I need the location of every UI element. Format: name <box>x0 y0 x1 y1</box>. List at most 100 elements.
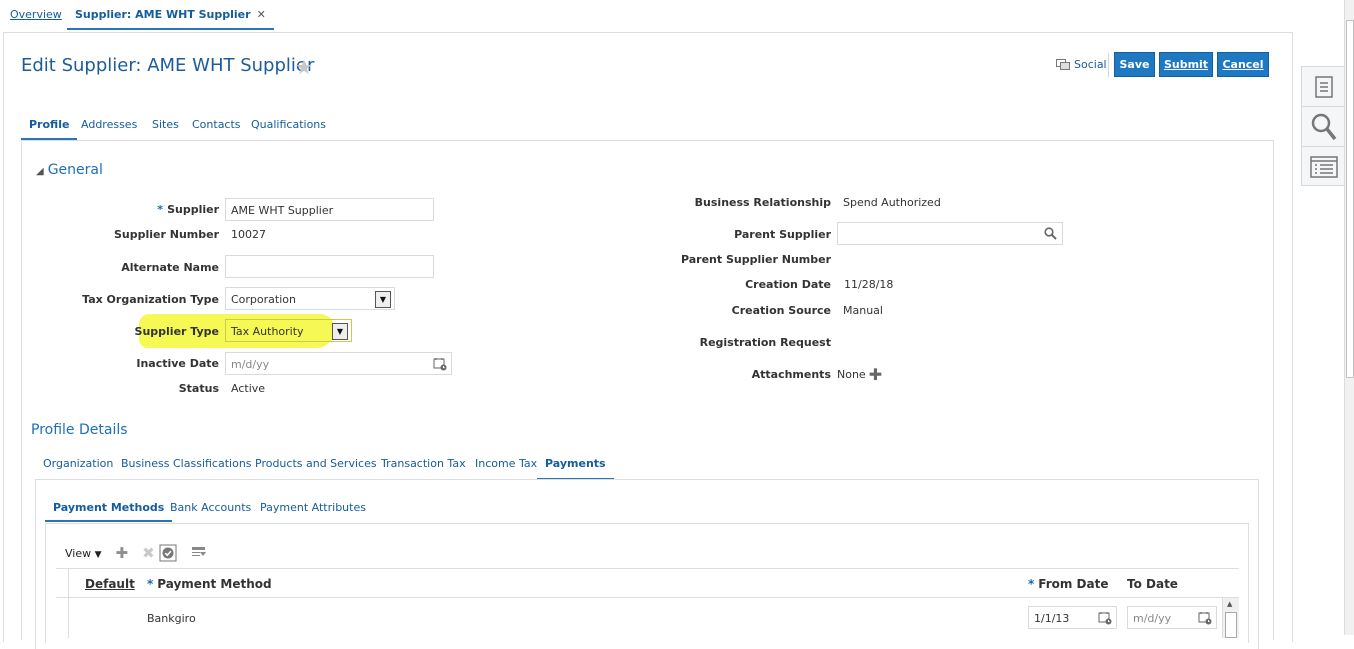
calendar-icon[interactable] <box>1098 611 1112 625</box>
tab-income-tax[interactable]: Income Tax <box>475 457 537 470</box>
inactive-date-placeholder: m/d/yy <box>231 358 270 371</box>
attachments-label: Attachments <box>751 368 831 381</box>
side-search-button[interactable] <box>1302 107 1346 147</box>
table-scrollbar[interactable]: ▲ <box>1222 598 1239 638</box>
creation-date-label: Creation Date <box>745 278 831 291</box>
page-scroll-thumb[interactable] <box>1346 20 1354 378</box>
delete-icon[interactable]: ✖ <box>142 544 155 562</box>
calendar-icon[interactable] <box>1198 611 1212 625</box>
inactive-date-input[interactable]: m/d/yy <box>225 352 452 375</box>
column-default[interactable]: Default <box>85 577 135 591</box>
side-list-button[interactable] <box>1302 147 1346 187</box>
table-row-payment-method: Bankgiro <box>147 612 196 625</box>
creation-date-value: 11/28/18 <box>844 278 894 291</box>
creation-source-label: Creation Source <box>731 304 831 317</box>
creation-source-value: Manual <box>843 304 883 317</box>
attachments-value: None ✚ <box>837 367 882 383</box>
row-from-date-input[interactable]: 1/1/13 <box>1028 606 1117 629</box>
profile-details-heading: Profile Details <box>31 422 128 438</box>
tab-sites[interactable]: Sites <box>152 118 179 131</box>
close-icon[interactable]: ✕ <box>257 8 266 21</box>
status-label: Status <box>178 382 219 395</box>
search-icon[interactable] <box>1044 227 1057 240</box>
column-to-date[interactable]: To Date <box>1127 577 1178 591</box>
registration-request-label: Registration Request <box>699 336 831 349</box>
cancel-button[interactable]: Cancel <box>1217 52 1269 77</box>
social-icon <box>1056 58 1070 70</box>
search-icon <box>1311 113 1337 140</box>
alternate-name-input[interactable] <box>225 255 434 278</box>
tax-org-type-value: Corporation <box>231 293 296 306</box>
dropdown-arrow-icon[interactable]: ▼ <box>375 291 391 308</box>
tab-supplier-label: Supplier: AME WHT Supplier <box>75 8 251 21</box>
alternate-name-label: Alternate Name <box>121 261 219 274</box>
tab-supplier[interactable]: Supplier: AME WHT Supplier ✕ <box>67 0 274 30</box>
save-button[interactable]: Save <box>1114 52 1155 77</box>
tax-org-type-label: Tax Organization Type <box>82 293 219 306</box>
row-selector-header <box>56 569 69 598</box>
supplier-input[interactable]: AME WHT Supplier <box>225 198 434 221</box>
column-from-date[interactable]: * From Date <box>1028 577 1109 591</box>
side-panel <box>1301 66 1346 187</box>
dropdown-arrow-icon[interactable]: ▼ <box>332 323 348 340</box>
status-value: Active <box>231 382 266 395</box>
freeze-columns-icon[interactable] <box>191 546 207 560</box>
row-from-date-value: 1/1/13 <box>1034 612 1070 625</box>
tab-payment-attributes[interactable]: Payment Attributes <box>260 501 366 514</box>
top-tab-strip: Overview Supplier: AME WHT Supplier ✕ <box>0 0 1340 32</box>
favorite-star-icon[interactable]: ★ <box>295 55 313 79</box>
view-label: View <box>65 546 92 560</box>
scroll-up-arrow-icon[interactable]: ▲ <box>1227 600 1232 608</box>
supplier-type-value: Tax Authority <box>231 325 304 338</box>
submit-button[interactable]: Submit <box>1159 52 1213 77</box>
table-toolbar: View ▼ ✚ ✖ <box>56 540 207 566</box>
supplier-number-value: 10027 <box>231 228 266 241</box>
collapse-triangle-icon: ◢ <box>36 166 44 177</box>
row-to-date-placeholder: m/d/yy <box>1133 612 1172 625</box>
chevron-down-icon: ▼ <box>94 549 102 560</box>
page-title: Edit Supplier: AME WHT Supplier <box>21 55 315 76</box>
table-header: Default * Payment Method * From Date To Da… <box>56 568 1239 598</box>
row-to-date-input[interactable]: m/d/yy <box>1127 606 1217 629</box>
tab-overview[interactable]: Overview <box>10 8 62 21</box>
column-payment-method[interactable]: * Payment Method <box>147 577 272 591</box>
tab-transaction-tax[interactable]: Transaction Tax <box>381 457 466 470</box>
add-icon[interactable]: ✚ <box>116 544 129 562</box>
check-icon[interactable] <box>159 544 177 562</box>
social-label: Social <box>1074 58 1107 71</box>
supplier-type-label: Supplier Type <box>134 325 219 338</box>
add-attachment-icon[interactable]: ✚ <box>869 367 882 383</box>
tab-addresses[interactable]: Addresses <box>81 118 137 131</box>
parent-supplier-label: Parent Supplier <box>734 228 831 241</box>
tab-profile[interactable]: Profile <box>21 118 78 140</box>
general-section-header[interactable]: ◢ General <box>36 162 103 178</box>
social-link[interactable]: Social <box>1056 58 1107 71</box>
table-scroll-thumb[interactable] <box>1225 612 1237 638</box>
document-list-icon <box>1315 75 1333 98</box>
tab-products-and-services[interactable]: Products and Services <box>255 457 377 470</box>
header-divider <box>1108 53 1109 77</box>
parent-supplier-input[interactable] <box>837 222 1063 245</box>
tab-qualifications[interactable]: Qualifications <box>251 118 326 131</box>
tax-org-type-select[interactable]: Corporation ▼ <box>225 287 395 310</box>
parent-supplier-number-label: Parent Supplier Number <box>680 253 831 266</box>
tab-bank-accounts[interactable]: Bank Accounts <box>170 501 251 514</box>
side-tasks-button[interactable] <box>1302 67 1346 107</box>
view-menu[interactable]: View ▼ <box>65 547 102 560</box>
tab-business-classifications[interactable]: Business Classifications <box>121 457 252 470</box>
supplier-type-select[interactable]: Tax Authority ▼ <box>225 319 352 342</box>
supplier-label: * Supplier <box>157 203 219 216</box>
tab-organization[interactable]: Organization <box>43 457 113 470</box>
tab-payments[interactable]: Payments <box>537 451 614 480</box>
supplier-number-label: Supplier Number <box>113 228 219 241</box>
general-heading: General <box>47 162 103 178</box>
row-selector[interactable] <box>56 598 69 638</box>
inactive-date-label: Inactive Date <box>136 357 219 370</box>
page-scrollbar[interactable] <box>1344 0 1354 635</box>
tab-payment-methods[interactable]: Payment Methods <box>45 501 173 522</box>
calendar-icon[interactable] <box>433 357 447 371</box>
business-relationship-label: Business Relationship <box>694 196 831 209</box>
attachments-none: None <box>837 368 866 381</box>
tab-contacts[interactable]: Contacts <box>192 118 241 131</box>
list-icon <box>1310 156 1338 178</box>
